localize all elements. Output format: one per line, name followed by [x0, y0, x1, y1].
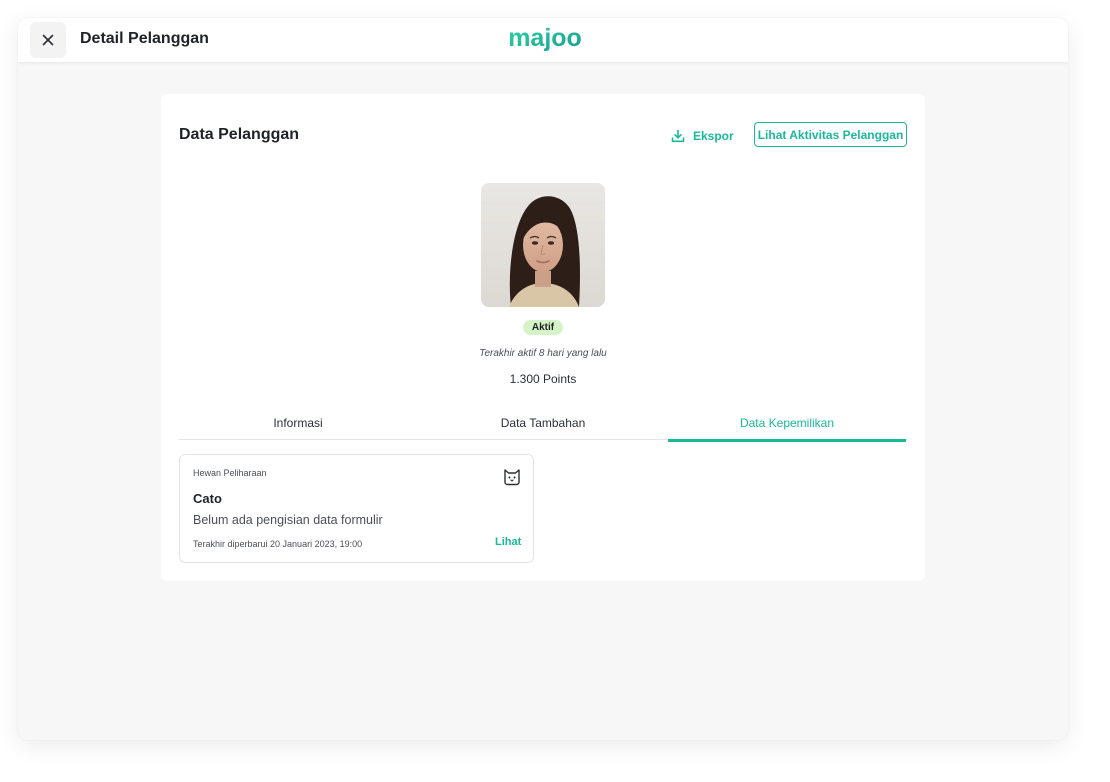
status-badge: Aktif: [523, 320, 563, 335]
tab-bar: Informasi Data Tambahan Data Kepemilikan: [179, 412, 907, 442]
export-label: Ekspor: [693, 129, 734, 143]
ownership-card: Hewan Peliharaan Cato Belum ada pengisia…: [179, 454, 534, 563]
view-activity-button[interactable]: Lihat Aktivitas Pelanggan: [754, 122, 907, 147]
last-active-text: Terakhir aktif 8 hari yang lalu: [479, 348, 607, 359]
customer-card: Data Pelanggan Ekspor Lihat Aktivitas Pe…: [161, 94, 925, 581]
card-updated-text: Terakhir diperbarui 20 Januari 2023, 19:…: [193, 539, 363, 549]
majoo-logo: majoo: [508, 24, 582, 52]
card-name: Cato: [193, 491, 222, 506]
cat-icon: [504, 469, 520, 486]
tab-data-tambahan[interactable]: Data Tambahan: [424, 412, 662, 440]
page-title: Detail Pelanggan: [80, 30, 209, 47]
view-link[interactable]: Lihat: [495, 536, 521, 548]
section-title: Data Pelanggan: [179, 126, 300, 143]
export-button[interactable]: Ekspor: [671, 126, 734, 146]
download-icon: [671, 129, 685, 143]
top-bar: Detail Pelanggan majoo: [18, 18, 1068, 62]
customer-photo: [481, 183, 605, 307]
points-text: 1.300 Points: [509, 372, 577, 386]
app-window: Detail Pelanggan majoo Data Pelanggan Ek…: [18, 18, 1068, 740]
close-button[interactable]: [30, 22, 66, 58]
card-category: Hewan Peliharaan: [193, 468, 267, 478]
close-icon: [42, 34, 54, 46]
svg-text:majoo: majoo: [508, 24, 582, 52]
tab-informasi[interactable]: Informasi: [179, 412, 417, 440]
avatar: [481, 183, 605, 307]
tab-data-kepemilikan[interactable]: Data Kepemilikan: [668, 412, 906, 442]
card-description: Belum ada pengisian data formulir: [193, 513, 383, 527]
